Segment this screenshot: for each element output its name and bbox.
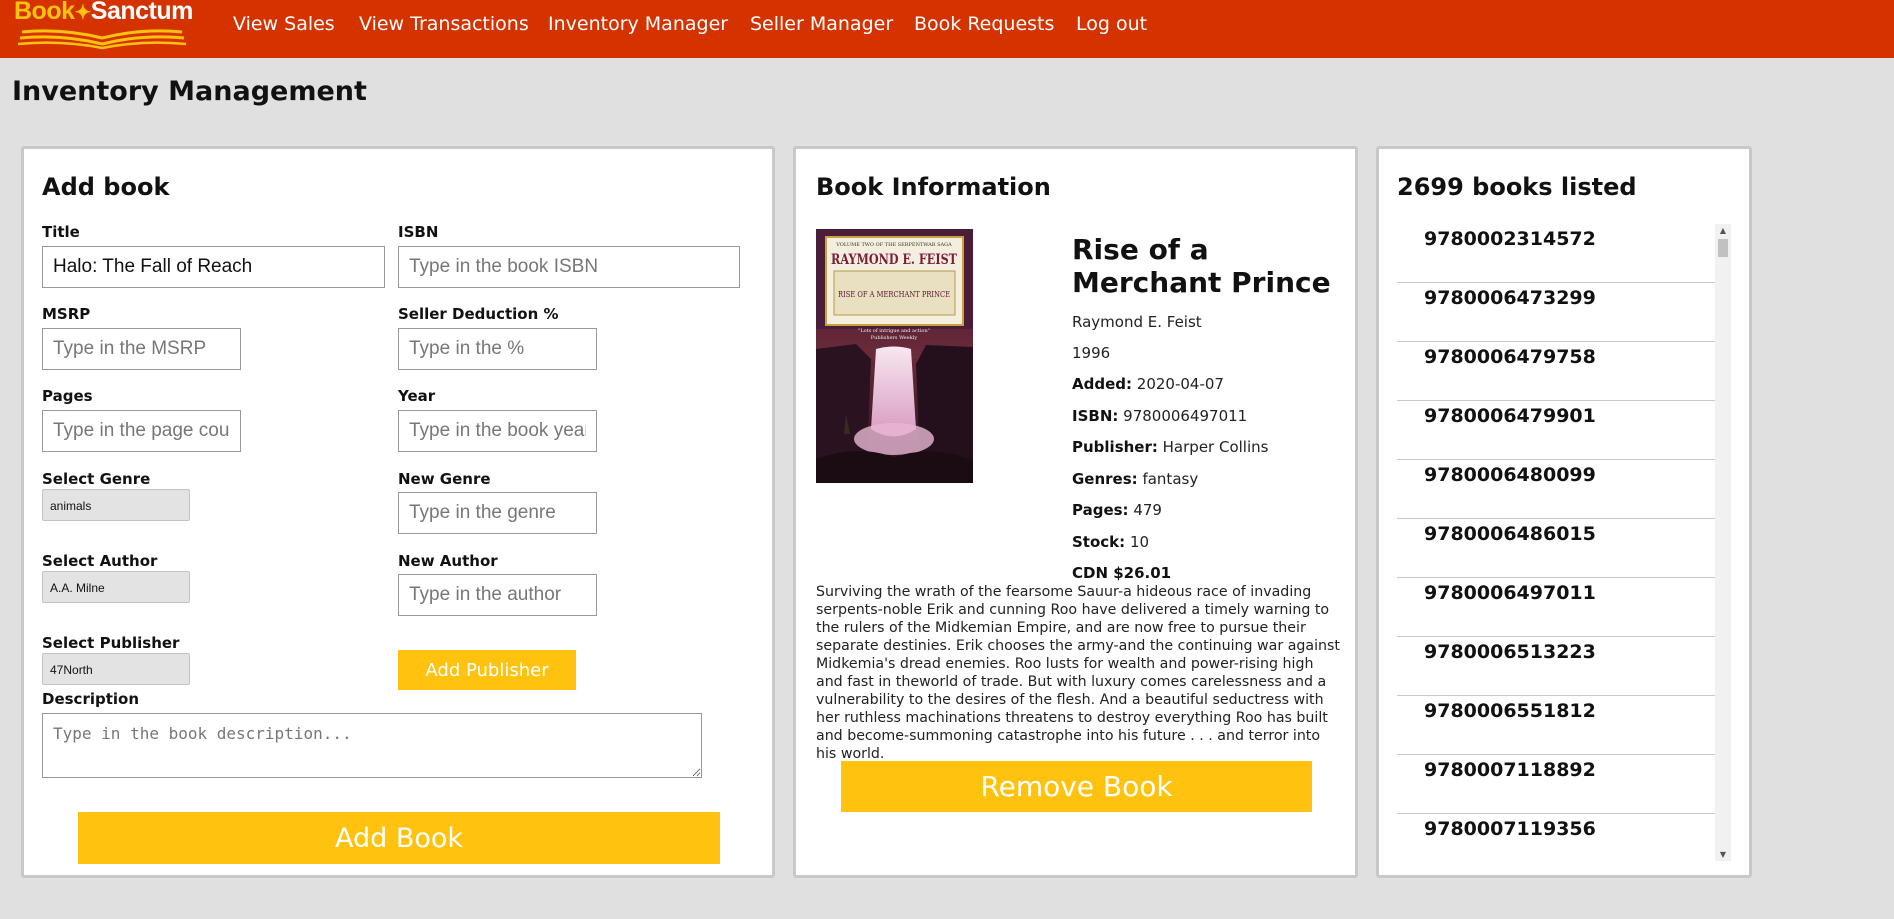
list-scrollbar[interactable]: ▲ ▼ xyxy=(1715,224,1731,861)
select-publisher-label: Select Publisher xyxy=(42,634,180,652)
book-author: Raymond E. Feist xyxy=(1072,313,1202,331)
new-genre-label: New Genre xyxy=(398,470,491,488)
add-book-heading: Add book xyxy=(42,173,170,201)
added-value: 2020-04-07 xyxy=(1136,375,1224,393)
isbn-input[interactable] xyxy=(398,246,740,288)
isbn-info-label: ISBN: xyxy=(1072,407,1119,425)
author-select[interactable]: A.A. Milne xyxy=(42,571,190,603)
page-title: Inventory Management xyxy=(12,76,367,107)
cover-title-text: RISE OF A MERCHANT PRINCE xyxy=(838,290,950,299)
genre-select[interactable]: animals xyxy=(42,489,190,521)
scroll-up-arrow-icon[interactable]: ▲ xyxy=(1715,226,1731,235)
book-genres: Genres: fantasy xyxy=(1072,470,1198,488)
isbn-list-item[interactable]: 9780007119356 xyxy=(1397,814,1715,861)
book-cover-image: VOLUME TWO OF THE SERPENTWAR SAGA RAYMON… xyxy=(816,229,973,483)
book-stock: Stock: 10 xyxy=(1072,533,1149,551)
msrp-input[interactable] xyxy=(42,328,241,370)
isbn-list-item[interactable]: 9780006479901 xyxy=(1397,401,1715,460)
nav-view-transactions[interactable]: View Transactions xyxy=(359,13,529,35)
remove-book-button[interactable]: Remove Book xyxy=(841,761,1312,812)
genres-value: fantasy xyxy=(1142,470,1199,488)
pages-label: Pages xyxy=(42,387,93,405)
scroll-thumb[interactable] xyxy=(1718,239,1728,257)
brand-name-part2: Sanctum xyxy=(90,0,194,25)
new-genre-input[interactable] xyxy=(398,492,597,534)
stock-info-label: Stock: xyxy=(1072,533,1126,551)
add-publisher-button[interactable]: Add Publisher xyxy=(398,650,576,690)
add-book-button[interactable]: Add Book xyxy=(78,812,720,864)
top-nav-bar: Book✦Sanctum View Sales View Transaction… xyxy=(0,0,1894,58)
isbn-list[interactable]: 9780002314572 9780006473299 9780006479758 9… xyxy=(1397,224,1731,861)
title-label: Title xyxy=(42,223,80,241)
year-input[interactable] xyxy=(398,410,597,452)
isbn-list-item[interactable]: 9780007118892 xyxy=(1397,755,1715,814)
book-publisher: Publisher: Harper Collins xyxy=(1072,438,1268,456)
add-book-card: Add book Title ISBN MSRP Seller Deductio… xyxy=(21,146,775,878)
msrp-label: MSRP xyxy=(42,305,91,323)
description-textarea[interactable] xyxy=(42,713,702,778)
brand-name-part1: Book xyxy=(14,0,75,25)
select-author-label: Select Author xyxy=(42,552,158,570)
scroll-down-arrow-icon[interactable]: ▼ xyxy=(1715,850,1731,859)
nav-book-requests[interactable]: Book Requests xyxy=(914,13,1054,35)
book-price: CDN $26.01 xyxy=(1072,564,1171,582)
isbn-list-item[interactable]: 9780006497011 xyxy=(1397,578,1715,637)
cover-series-text: VOLUME TWO OF THE SERPENTWAR SAGA xyxy=(835,242,952,248)
book-listing-card: 2699 books listed 9780002314572 978000647… xyxy=(1376,146,1752,878)
nav-seller-manager[interactable]: Seller Manager xyxy=(750,13,893,35)
isbn-rows: 9780002314572 9780006473299 9780006479758 9… xyxy=(1397,224,1731,861)
book-added: Added: 2020-04-07 xyxy=(1072,375,1224,393)
isbn-list-item[interactable]: 9780002314572 xyxy=(1397,224,1715,283)
book-year: 1996 xyxy=(1072,344,1111,362)
isbn-list-item[interactable]: 9780006480099 xyxy=(1397,460,1715,519)
isbn-list-item[interactable]: 9780006473299 xyxy=(1397,283,1715,342)
description-label: Description xyxy=(42,690,140,708)
isbn-list-item[interactable]: 9780006479758 xyxy=(1397,342,1715,401)
pages-value: 479 xyxy=(1133,501,1162,519)
added-label: Added: xyxy=(1072,375,1132,393)
cover-blurb-source-text: Publishers Weekly xyxy=(871,335,918,341)
nav-inventory-manager[interactable]: Inventory Manager xyxy=(548,13,728,35)
publisher-value: Harper Collins xyxy=(1162,438,1269,456)
nav-view-sales[interactable]: View Sales xyxy=(233,13,335,35)
book-title: Rise of a Merchant Prince xyxy=(1072,233,1331,299)
title-input[interactable] xyxy=(42,246,385,288)
maple-leaf-icon: ✦ xyxy=(74,2,92,24)
new-author-label: New Author xyxy=(398,552,498,570)
select-genre-label: Select Genre xyxy=(42,470,151,488)
book-information-card: Book Information VOLUME TWO OF THE SERPE… xyxy=(793,146,1358,878)
book-isbn: ISBN: 9780006497011 xyxy=(1072,407,1247,425)
book-description: Surviving the wrath of the fearsome Sauu… xyxy=(816,584,1340,762)
publisher-info-label: Publisher: xyxy=(1072,438,1158,456)
seller-deduction-input[interactable] xyxy=(398,328,597,370)
isbn-label: ISBN xyxy=(398,223,439,241)
year-label: Year xyxy=(398,387,436,405)
cover-blurb-text: "Lots of intrigue and action" xyxy=(858,328,930,334)
publisher-select[interactable]: 47North xyxy=(42,653,190,685)
book-information-heading: Book Information xyxy=(816,173,1051,201)
pages-input[interactable] xyxy=(42,410,241,452)
nav-log-out[interactable]: Log out xyxy=(1076,13,1147,35)
cover-author-text: RAYMOND E. FEIST xyxy=(831,252,957,268)
open-book-icon xyxy=(17,29,187,50)
price-value: CDN $26.01 xyxy=(1072,564,1172,582)
brand-logo[interactable]: Book✦Sanctum xyxy=(12,0,200,52)
pages-info-label: Pages: xyxy=(1072,501,1129,519)
isbn-list-item[interactable]: 9780006551812 xyxy=(1397,696,1715,755)
isbn-list-item[interactable]: 9780006486015 xyxy=(1397,519,1715,578)
isbn-list-item[interactable]: 9780006513223 xyxy=(1397,637,1715,696)
isbn-value: 9780006497011 xyxy=(1123,407,1248,425)
book-pages: Pages: 479 xyxy=(1072,501,1162,519)
genres-info-label: Genres: xyxy=(1072,470,1138,488)
new-author-input[interactable] xyxy=(398,574,597,616)
seller-deduction-label: Seller Deduction % xyxy=(398,305,559,323)
stock-value: 10 xyxy=(1129,533,1150,551)
books-listed-count: 2699 books listed xyxy=(1397,173,1637,201)
